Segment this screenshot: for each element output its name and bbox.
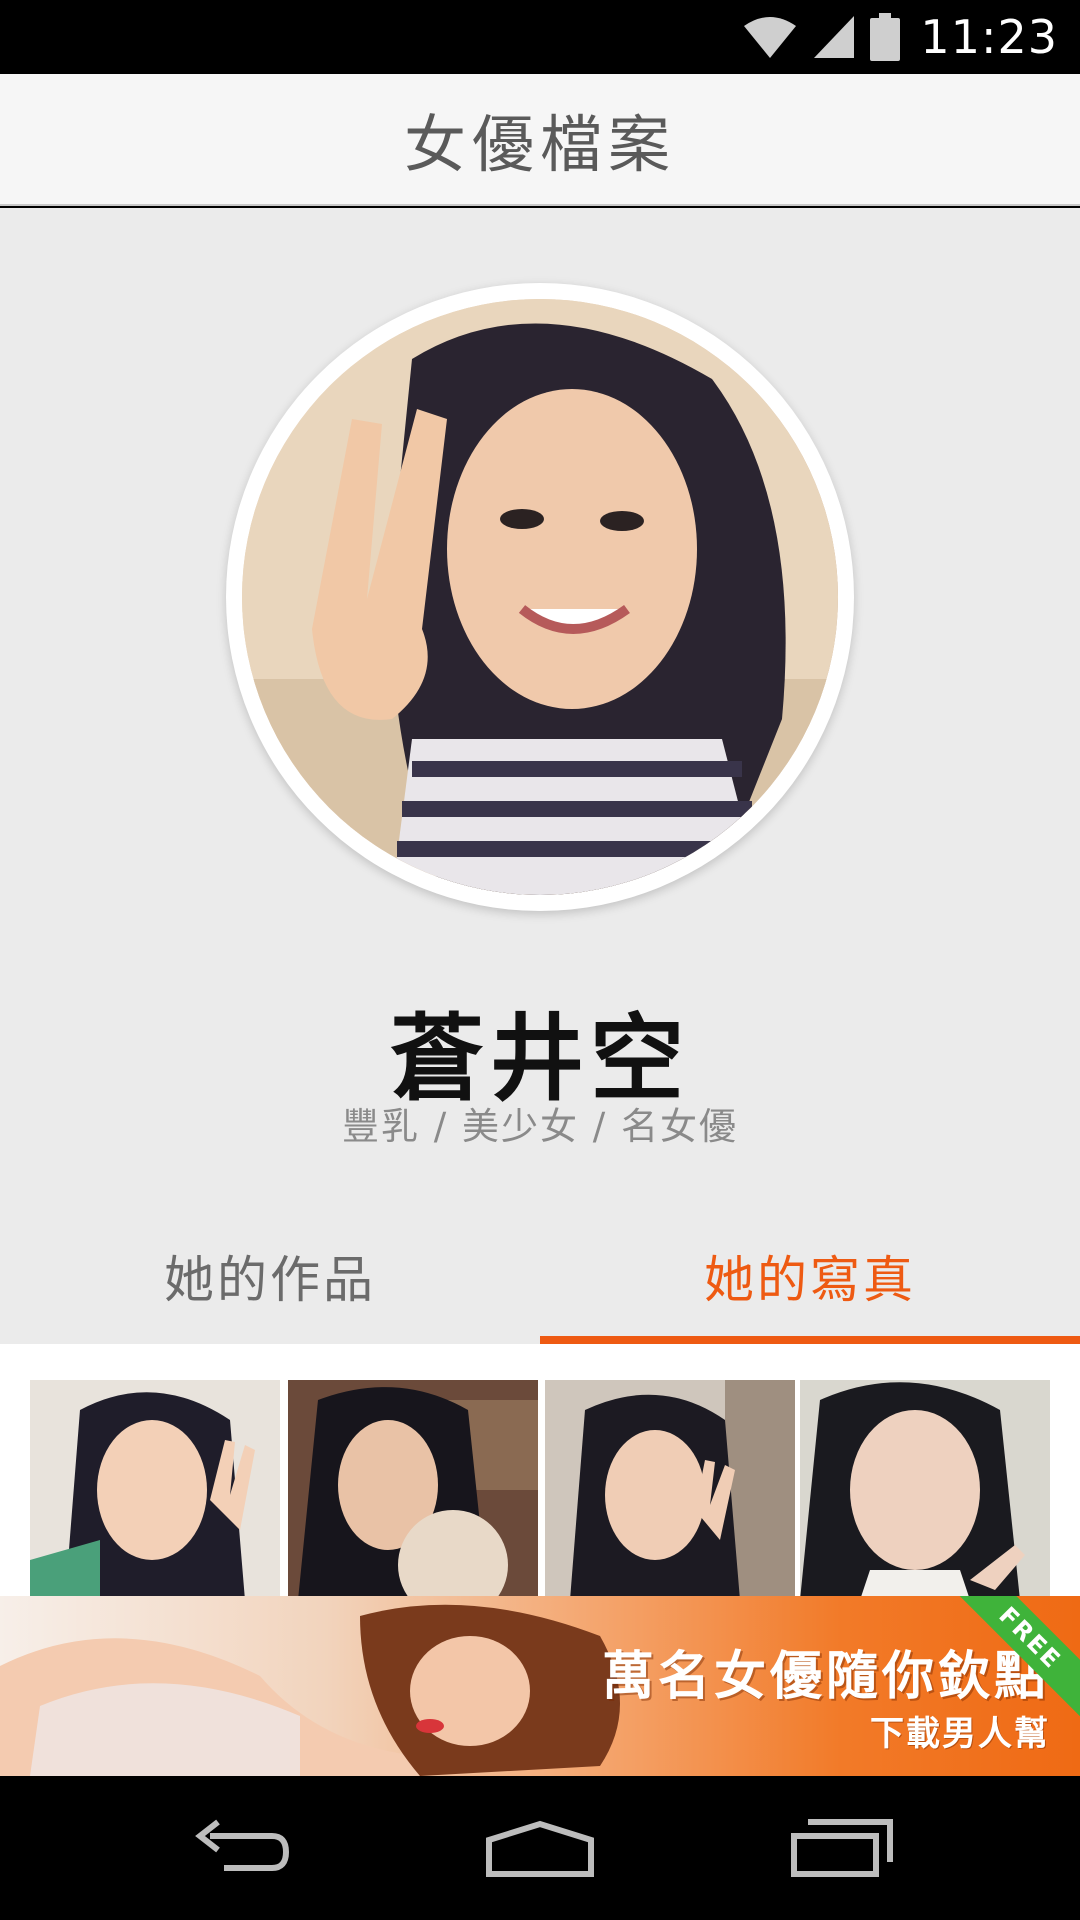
home-button[interactable] xyxy=(480,1808,600,1888)
ad-subline: 下載男人幫 xyxy=(870,1714,1050,1754)
page-title: 女優檔案 xyxy=(403,108,676,181)
profile-section: 蒼井空 豐乳 / 美少女 / 名女優 她的作品 她的寫真 xyxy=(0,208,1080,1344)
back-icon xyxy=(195,1819,290,1871)
ad-banner[interactable]: 萬名女優隨你欽點 下載男人幫 FREE xyxy=(0,1596,1080,1776)
recent-apps-button[interactable] xyxy=(782,1808,902,1888)
back-button[interactable] xyxy=(180,1808,300,1888)
photo-gallery xyxy=(0,1344,1080,1600)
photo-thumbnail[interactable] xyxy=(800,1380,1050,1600)
photo-thumbnail[interactable] xyxy=(288,1380,538,1600)
photo-thumbnail[interactable] xyxy=(545,1380,795,1600)
actress-tags: 豐乳 / 美少女 / 名女優 xyxy=(342,1105,738,1148)
home-icon xyxy=(486,1820,594,1877)
system-nav-bar xyxy=(0,1776,1080,1920)
wifi-icon xyxy=(744,17,797,58)
app-header: 女優檔案 xyxy=(0,74,1080,206)
avatar[interactable] xyxy=(242,299,838,895)
tab-bar: 她的作品 她的寫真 xyxy=(0,1208,1080,1344)
active-tab-indicator xyxy=(540,1336,1080,1344)
avatar-frame xyxy=(226,283,854,911)
tab-photos[interactable]: 她的寫真 xyxy=(540,1208,1080,1344)
clock: 11:23 xyxy=(920,10,1058,64)
ad-headline: 萬名女優隨你欽點 xyxy=(601,1647,1050,1707)
signal-icon xyxy=(814,16,855,58)
battery-icon xyxy=(870,13,901,61)
photo-thumbnail[interactable] xyxy=(30,1380,280,1600)
tab-works[interactable]: 她的作品 xyxy=(0,1208,540,1344)
status-bar: 11:23 xyxy=(0,0,1080,74)
recent-apps-icon xyxy=(791,1819,893,1877)
